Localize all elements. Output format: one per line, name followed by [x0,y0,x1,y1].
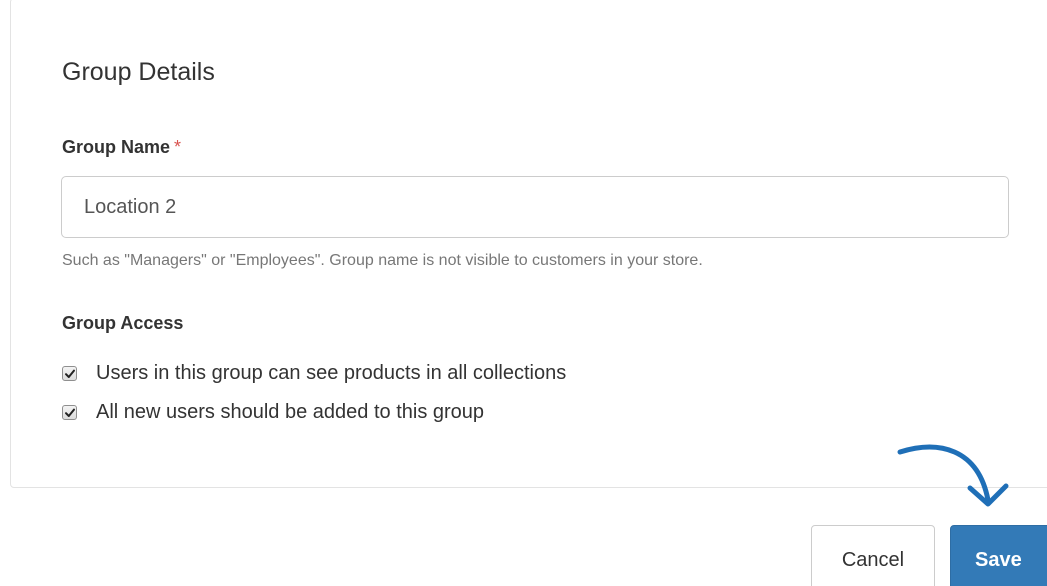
new-users-checkbox[interactable] [62,404,77,420]
group-name-label: Group Name * [62,134,181,160]
group-details-screen: Group Details Group Name* Such as "Manag… [0,0,1047,586]
group-access-label: Group Access [62,313,184,333]
checkmark-icon [65,369,75,378]
curved-arrow-icon [897,444,1009,507]
all-collections-checkbox[interactable] [62,365,77,381]
group-name-input[interactable] [61,176,1009,238]
panel-title: Group Details [62,58,215,86]
all-collections-label: Users in this group can see products in … [96,362,567,384]
cancel-button[interactable]: Cancel [811,525,935,586]
group-name-label-text: Group Name [62,137,171,157]
access-option-new-users[interactable]: All new users should be added to this gr… [62,399,484,425]
required-indicator: * [174,137,182,157]
group-name-help-text: Such as "Managers" or "Employees". Group… [62,252,703,269]
access-option-all-collections[interactable]: Users in this group can see products in … [62,360,566,386]
checkmark-icon [65,408,75,417]
new-users-label: All new users should be added to this gr… [96,401,485,423]
save-button[interactable]: Save [950,525,1047,586]
